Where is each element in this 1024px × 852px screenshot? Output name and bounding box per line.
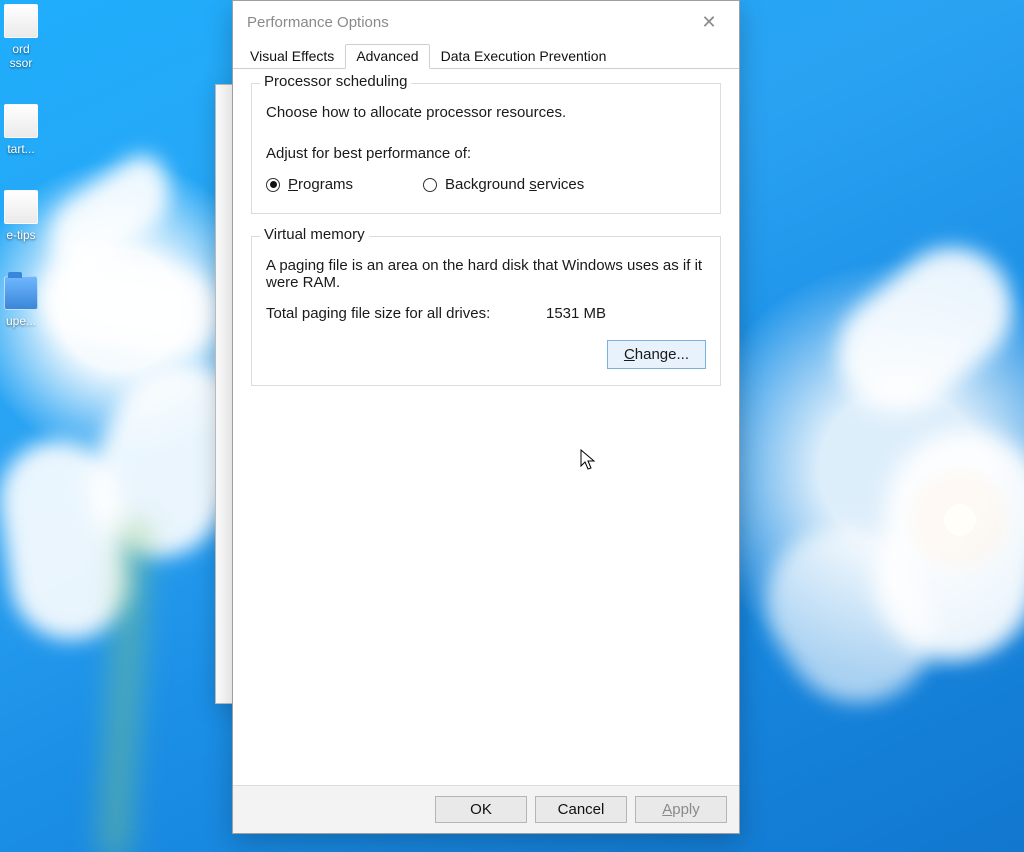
desktop-icons: ord ssor tart... e-tips upe...	[0, 0, 46, 358]
close-icon[interactable]: ✕	[693, 12, 725, 33]
dialog-footer: OK Cancel Apply	[233, 785, 739, 833]
desktop-icon-label: ord ssor	[0, 42, 42, 70]
processor-scheduling-group: Processor scheduling Choose how to alloc…	[251, 83, 721, 214]
scheduling-adjust: Adjust for best performance of:	[266, 145, 706, 162]
performance-options-dialog: Performance Options ✕ Visual Effects Adv…	[232, 0, 740, 834]
file-icon	[4, 104, 38, 138]
file-icon	[4, 190, 38, 224]
radio-label: Programs	[288, 176, 353, 193]
window-title: Performance Options	[247, 14, 389, 31]
radio-programs[interactable]: Programs	[266, 176, 353, 193]
vm-description: A paging file is an area on the hard dis…	[266, 257, 706, 291]
virtual-memory-group: Virtual memory A paging file is an area …	[251, 236, 721, 386]
file-icon	[4, 4, 38, 38]
cancel-button[interactable]: Cancel	[535, 796, 627, 823]
radio-label: Background services	[445, 176, 584, 193]
group-legend: Processor scheduling	[260, 73, 411, 90]
change-button[interactable]: Change...	[607, 340, 706, 369]
radio-background-services[interactable]: Background services	[423, 176, 584, 193]
desktop-icon-label: upe...	[0, 314, 42, 328]
ok-button[interactable]: OK	[435, 796, 527, 823]
folder-icon	[4, 276, 38, 310]
group-legend: Virtual memory	[260, 226, 369, 243]
desktop-icon[interactable]: tart...	[0, 100, 42, 156]
scheduling-intro: Choose how to allocate processor resourc…	[266, 104, 706, 121]
desktop-icon-label: tart...	[0, 142, 42, 156]
apply-button[interactable]: Apply	[635, 796, 727, 823]
vm-total-label: Total paging file size for all drives:	[266, 305, 506, 322]
tab-content: Processor scheduling Choose how to alloc…	[233, 69, 739, 785]
desktop-background: ord ssor tart... e-tips upe... Performan…	[0, 0, 1024, 852]
vm-total-value: 1531 MB	[546, 305, 606, 322]
tab-advanced[interactable]: Advanced	[345, 44, 429, 69]
tab-strip: Visual Effects Advanced Data Execution P…	[233, 43, 739, 69]
tab-visual-effects[interactable]: Visual Effects	[239, 44, 345, 69]
desktop-icon-label: e-tips	[0, 228, 42, 242]
desktop-icon[interactable]: upe...	[0, 272, 42, 328]
tab-dep[interactable]: Data Execution Prevention	[430, 44, 618, 69]
radio-dot-icon	[423, 178, 437, 192]
radio-dot-icon	[266, 178, 280, 192]
desktop-icon[interactable]: ord ssor	[0, 0, 42, 70]
desktop-icon[interactable]: e-tips	[0, 186, 42, 242]
titlebar[interactable]: Performance Options ✕	[233, 1, 739, 43]
